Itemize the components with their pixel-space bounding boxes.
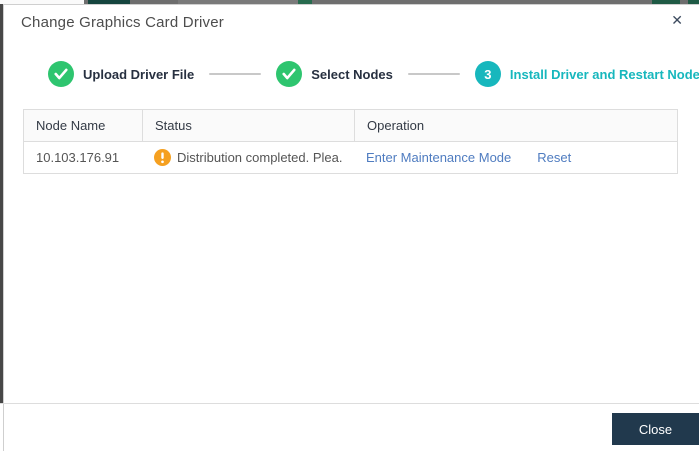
check-icon [282, 68, 296, 80]
close-icon[interactable]: ✕ [671, 13, 683, 27]
warning-icon [154, 149, 171, 166]
step-label-upload-driver-file: Upload Driver File [83, 66, 195, 82]
operation-cell: Enter Maintenance Mode Reset [354, 143, 677, 172]
nodes-table: Node Name Status Operation 10.103.176.91… [23, 109, 678, 174]
enter-maintenance-mode-link[interactable]: Enter Maintenance Mode [366, 150, 511, 165]
step-label-select-nodes: Select Nodes [311, 66, 393, 82]
step-number-badge: 3 [474, 61, 501, 87]
column-header-status: Status [142, 110, 354, 141]
check-icon [48, 61, 74, 87]
table-row: 10.103.176.91 Distribution completed. Pl… [24, 142, 677, 173]
status-text: Distribution completed. Plea... [177, 150, 342, 165]
reset-link[interactable]: Reset [537, 150, 571, 165]
footer-divider [0, 403, 699, 404]
column-header-operation: Operation [354, 110, 677, 141]
step-connector [407, 73, 460, 75]
check-icon [54, 68, 68, 80]
step-connector [209, 73, 262, 75]
table-header-row: Node Name Status Operation [24, 110, 677, 142]
step-wizard: Upload Driver File Select Nodes 3 Instal… [48, 61, 699, 87]
status-cell: Distribution completed. Plea... [142, 142, 354, 173]
check-icon [276, 61, 303, 87]
close-button[interactable]: Close [612, 413, 699, 445]
dialog-title: Change Graphics Card Driver [21, 14, 224, 31]
node-name-cell: 10.103.176.91 [36, 150, 120, 165]
change-graphics-card-driver-dialog: Change Graphics Card Driver ✕ Upload Dri… [3, 4, 699, 451]
step-label-install-driver: Install Driver and Restart Nodes [509, 66, 699, 82]
column-header-node-name: Node Name [36, 118, 106, 133]
